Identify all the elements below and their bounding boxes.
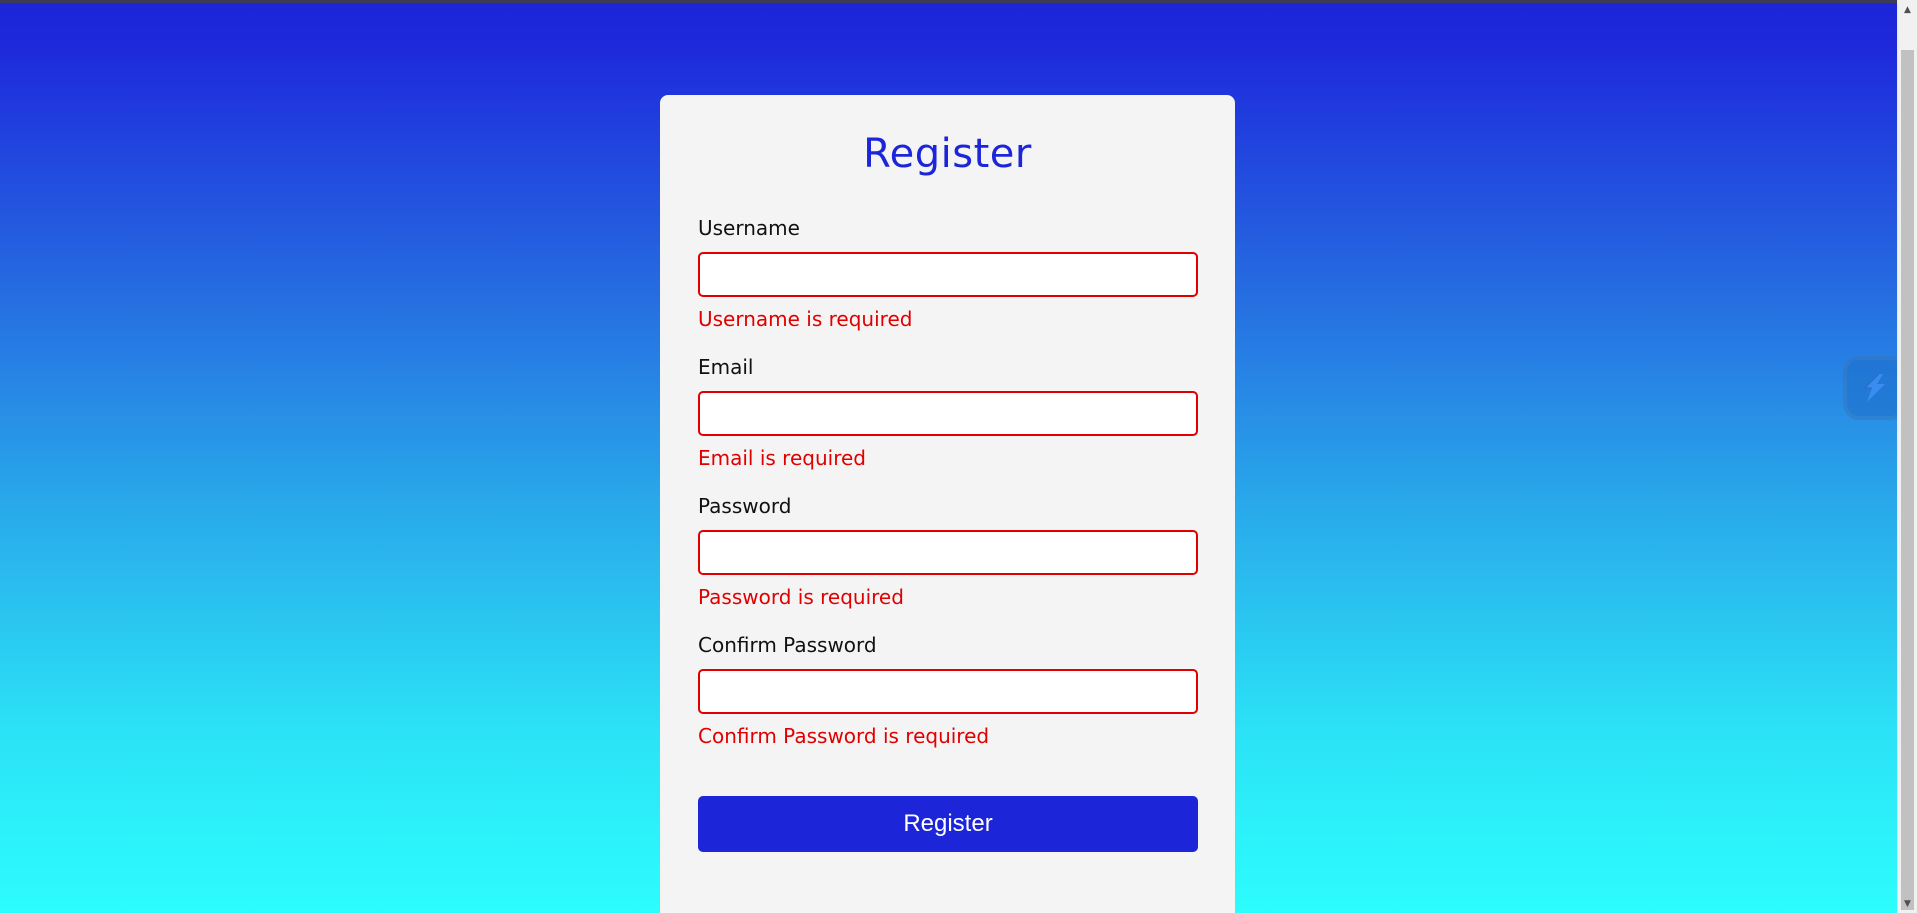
username-input[interactable] [698,252,1198,297]
triangle-up-icon[interactable]: ▲ [1898,2,1917,19]
password-field-group: Password Password is required [698,493,1198,610]
email-field-group: Email Email is required [698,354,1198,471]
email-input[interactable] [698,391,1198,436]
confirm-password-field-group: Confirm Password Confirm Password is req… [698,632,1198,749]
scrollbar-thumb[interactable] [1901,50,1914,910]
email-label: Email [698,355,754,379]
register-button[interactable]: Register [698,796,1198,852]
password-input[interactable] [698,530,1198,575]
triangle-down-icon[interactable]: ▼ [1898,896,1917,913]
page-background: Register Username Username is required E… [0,0,1917,913]
register-card: Register Username Username is required E… [660,95,1235,913]
confirm-password-label: Confirm Password [698,633,877,657]
username-field-group: Username Username is required [698,215,1198,332]
form-title: Register [863,131,1032,177]
username-label: Username [698,216,800,240]
confirm-password-error: Confirm Password is required [698,724,990,748]
username-error: Username is required [698,307,913,331]
lightning-bolt-icon [1863,373,1885,402]
floating-widget-button[interactable] [1847,360,1903,416]
password-label: Password [698,494,792,518]
vertical-scrollbar[interactable]: ▲ ▼ [1897,0,1917,913]
confirm-password-input[interactable] [698,669,1198,714]
window-top-border [0,0,1897,3]
email-error: Email is required [698,446,866,470]
password-error: Password is required [698,585,904,609]
